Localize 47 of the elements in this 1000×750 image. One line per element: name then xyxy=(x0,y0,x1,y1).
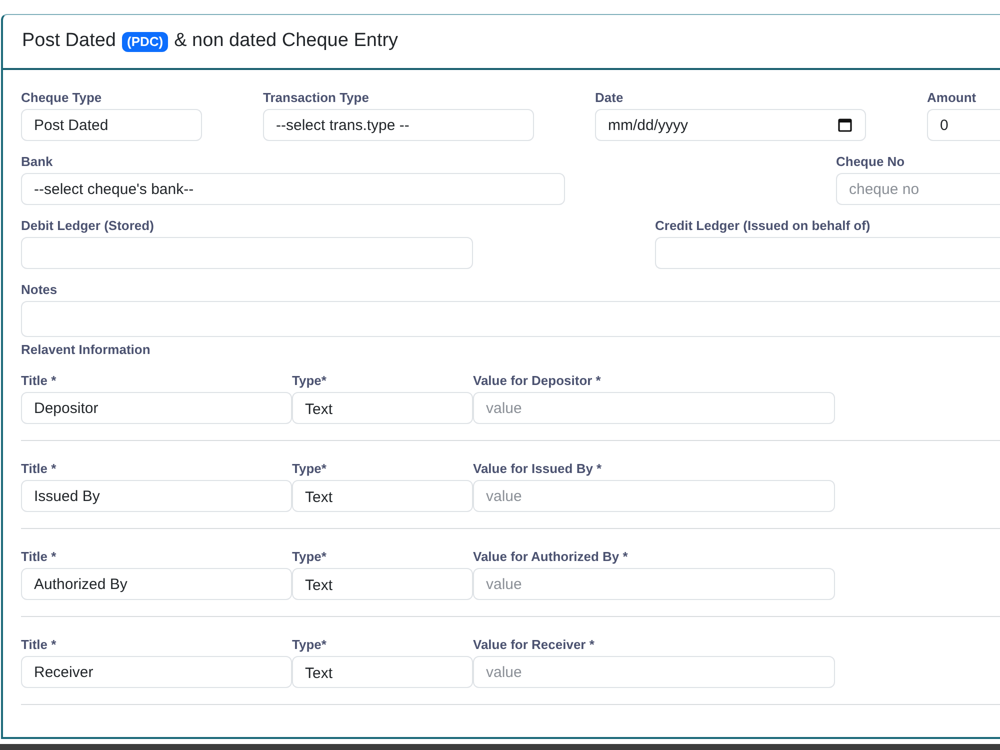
field-label: Cheque Type xyxy=(21,90,102,106)
notes-field[interactable] xyxy=(21,301,1000,337)
bank-select[interactable]: --select cheque's bank-- xyxy=(21,173,565,205)
field-label: Date xyxy=(595,90,624,106)
field-label: Value for Issued By * xyxy=(473,461,602,477)
field-label: Type* xyxy=(292,637,326,653)
field-label: Type* xyxy=(292,373,326,389)
field-label: Title * xyxy=(21,461,56,477)
field-label: Type* xyxy=(292,549,326,565)
amount-field[interactable]: 0 xyxy=(927,109,1000,141)
cheque-type-field[interactable]: Post Dated xyxy=(21,109,202,141)
field-label: Title * xyxy=(21,373,56,389)
calendar-icon[interactable] xyxy=(838,118,852,132)
pdc-badge: (PDC) xyxy=(122,32,168,52)
field-label: Amount xyxy=(927,90,976,106)
value-field[interactable]: value xyxy=(473,568,835,600)
date-field[interactable]: mm/dd/yyyy xyxy=(595,109,866,141)
title-field[interactable]: Depositor xyxy=(21,392,292,424)
section-heading: Relavent Information xyxy=(21,342,150,358)
card-title: Post Dated xyxy=(22,29,116,54)
title-field[interactable]: Receiver xyxy=(21,656,292,688)
value-field[interactable]: value xyxy=(473,480,835,512)
field-label: Notes xyxy=(21,282,58,298)
type-select[interactable]: Text xyxy=(292,392,473,424)
field-label: Value for Authorized By * xyxy=(473,549,628,565)
type-select[interactable]: Text xyxy=(292,656,473,688)
card-title: & non dated Cheque Entry xyxy=(174,29,398,54)
field-label: Title * xyxy=(21,549,56,565)
debit-ledger-field[interactable] xyxy=(21,237,473,269)
title-field[interactable]: Authorized By xyxy=(21,568,292,600)
field-label: Debit Ledger (Stored) xyxy=(21,218,154,234)
transaction-type-select[interactable]: --select trans.type -- xyxy=(263,109,534,141)
field-label: Title * xyxy=(21,637,56,653)
title-field[interactable]: Issued By xyxy=(21,480,292,512)
field-label: Credit Ledger (Issued on behalf of) xyxy=(655,218,870,234)
field-label: Cheque No xyxy=(836,154,905,170)
value-field[interactable]: value xyxy=(473,656,835,688)
field-label: Bank xyxy=(21,154,53,170)
field-label: Transaction Type xyxy=(263,90,369,106)
field-label: Type* xyxy=(292,461,326,477)
type-select[interactable]: Text xyxy=(292,568,473,600)
cheque-no-field[interactable]: cheque no xyxy=(836,173,1000,205)
type-select[interactable]: Text xyxy=(292,480,473,512)
credit-ledger-field[interactable] xyxy=(655,237,1000,269)
value-field[interactable]: value xyxy=(473,392,835,424)
field-label: Value for Receiver * xyxy=(473,637,594,653)
field-label: Value for Depositor * xyxy=(473,373,601,389)
